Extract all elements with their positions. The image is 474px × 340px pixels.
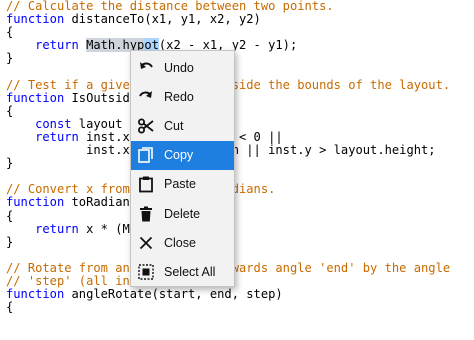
code-line: function toRadians(x) xyxy=(6,195,159,210)
menu-item-label: Cut xyxy=(164,118,184,133)
trash-icon xyxy=(137,205,155,223)
code-line: inst.x > layout.width || inst.y > layout… xyxy=(86,143,436,158)
scissors-icon xyxy=(137,117,155,135)
code-line: function distanceTo(x1, y1, x2, y2) xyxy=(6,12,261,27)
menu-item-label: Paste xyxy=(164,177,196,192)
code-line: { xyxy=(6,300,14,315)
menu-item-label: Undo xyxy=(164,60,194,75)
code-line: } xyxy=(6,51,14,66)
code-line: } xyxy=(6,156,14,171)
copy-icon xyxy=(137,146,155,164)
context-menu: Undo Redo Cut Copy Paste Delete Close Se… xyxy=(130,50,235,287)
menu-item-select-all[interactable]: Select All xyxy=(131,257,234,286)
code-editor[interactable]: // Calculate the distance between two po… xyxy=(0,0,474,340)
code-line: function IsOutside(x, y) xyxy=(6,90,181,105)
clipboard-icon xyxy=(137,175,155,193)
menu-item-copy[interactable]: Copy xyxy=(131,140,234,170)
select-all-icon xyxy=(137,263,155,281)
code-line: return Math.hypot(x2 - x1, y2 - y1); xyxy=(35,38,298,53)
redo-icon xyxy=(137,88,155,106)
code-line: function angleRotate(start, end, step) xyxy=(6,287,283,302)
menu-item-label: Select All xyxy=(164,264,216,279)
menu-item-redo[interactable]: Redo xyxy=(131,82,234,111)
menu-item-label: Redo xyxy=(164,89,194,104)
menu-item-paste[interactable]: Paste xyxy=(131,170,234,199)
menu-item-label: Delete xyxy=(164,206,201,221)
menu-item-cut[interactable]: Cut xyxy=(131,111,234,140)
menu-item-undo[interactable]: Undo xyxy=(131,53,234,82)
undo-icon xyxy=(137,59,155,77)
code-line: return x * (Math.PI / 180); xyxy=(35,221,232,236)
menu-item-delete[interactable]: Delete xyxy=(131,199,234,228)
code-line: { xyxy=(6,103,14,118)
menu-item-close[interactable]: Close xyxy=(131,228,234,257)
code-line: // Test if a given point is outside the … xyxy=(6,77,451,92)
close-icon xyxy=(137,234,155,252)
menu-item-label: Copy xyxy=(164,148,194,163)
menu-item-label: Close xyxy=(164,235,196,250)
code-line: } xyxy=(6,234,14,249)
